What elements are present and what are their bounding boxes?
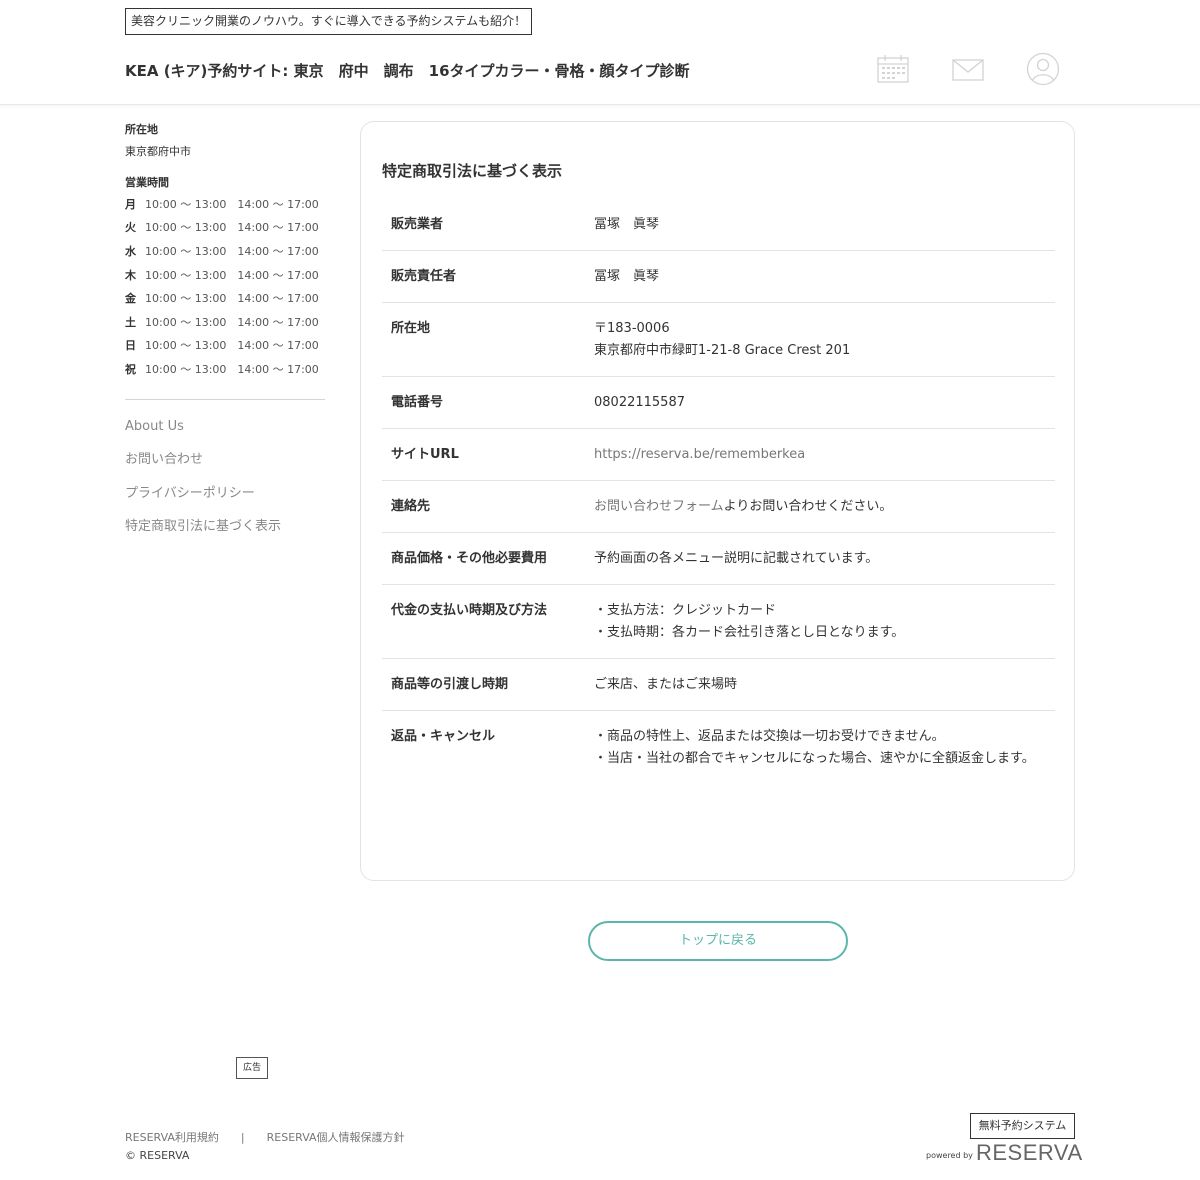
- location-value: 東京都府中市: [125, 145, 191, 158]
- privacy-policy-link[interactable]: RESERVA個人情報保護方針: [267, 1131, 405, 1144]
- value-line: 冨塚 眞琴: [594, 217, 660, 232]
- sidebar-divider: [125, 398, 325, 400]
- hours-day: 水: [125, 244, 136, 258]
- table-row: 返品・キャンセル ・商品の特性上、返品または交換は一切お受けできません。 ・当店…: [382, 711, 1055, 784]
- contact-form-link[interactable]: お問い合わせフォーム: [594, 499, 724, 514]
- footer-separator: |: [240, 1131, 245, 1144]
- sidebar-link-contact[interactable]: お問い合わせ: [125, 443, 325, 477]
- hours-time: 10:00 〜 13:00 14:00 〜 17:00: [145, 292, 319, 306]
- back-to-top-button[interactable]: トップに戻る: [588, 921, 848, 961]
- location-heading: 所在地: [125, 123, 158, 136]
- hours-day: 土: [125, 315, 136, 329]
- row-value: 08022115587: [594, 392, 1055, 414]
- value-line: 東京都府中市緑町1-21-8 Grace Crest 201: [594, 343, 851, 358]
- free-reservation-system-badge[interactable]: 無料予約システム: [970, 1113, 1075, 1139]
- value-line: ・支払時期：各カード会社引き落とし日となります。: [594, 625, 905, 640]
- hours-day: 木: [125, 268, 136, 282]
- value-line: 冨塚 眞琴: [594, 269, 660, 284]
- hours-time: 10:00 〜 13:00 14:00 〜 17:00: [145, 339, 319, 353]
- table-row: 代金の支払い時期及び方法 ・支払方法：クレジットカード ・支払時期：各カード会社…: [382, 585, 1055, 659]
- row-label: 販売責任者: [391, 269, 457, 284]
- hours-day: 月: [125, 197, 136, 211]
- hours-row: 日 10:00 〜 13:00 14:00 〜 17:00: [125, 335, 325, 359]
- user-icon[interactable]: [1026, 52, 1060, 86]
- value-line: ・当店・当社の都合でキャンセルになった場合、速やかに全額返金します。: [594, 751, 1035, 766]
- row-label: 所在地: [391, 321, 431, 336]
- value-line: ・商品の特性上、返品または交換は一切お受けできません。: [594, 729, 945, 744]
- row-value: 予約画面の各メニュー説明に記載されています。: [594, 548, 1055, 570]
- hours-list: 月 10:00 〜 13:00 14:00 〜 17:00 火 10:00 〜 13…: [125, 193, 325, 382]
- hours-row: 土 10:00 〜 13:00 14:00 〜 17:00: [125, 311, 325, 335]
- row-label: 返品・キャンセル: [391, 729, 496, 744]
- table-row: サイトURL https://reserva.be/rememberkea: [382, 429, 1055, 481]
- hours-time: 10:00 〜 13:00 14:00 〜 17:00: [145, 362, 319, 376]
- hours-day: 火: [125, 221, 136, 235]
- sidebar-link-about[interactable]: About Us: [125, 410, 325, 444]
- promo-banner-link[interactable]: 美容クリニック開業のノウハウ。すぐに導入できる予約システムも紹介！: [125, 8, 533, 35]
- row-label: サイトURL: [391, 447, 459, 462]
- table-row: 連絡先 お問い合わせフォームよりお問い合わせください。: [382, 481, 1055, 533]
- row-label: 連絡先: [391, 499, 431, 514]
- powered-by-label: powered by: [926, 1151, 973, 1160]
- terms-link[interactable]: RESERVA利用規約: [125, 1131, 219, 1144]
- sidebar-link-privacy[interactable]: プライバシーポリシー: [125, 477, 325, 511]
- footer-links: RESERVA利用規約 | RESERVA個人情報保護方針: [125, 1129, 405, 1145]
- value-line: ご来店、またはご来場時: [594, 677, 738, 692]
- law-disclosure-card: 特定商取引法に基づく表示 販売業者 冨塚 眞琴 販売責任者 冨塚 眞琴 所在地 …: [360, 121, 1075, 881]
- page-title: 特定商取引法に基づく表示: [382, 162, 563, 180]
- table-row: 商品価格・その他必要費用 予約画面の各メニュー説明に記載されています。: [382, 533, 1055, 585]
- row-label: 商品等の引渡し時期: [391, 677, 509, 692]
- hours-row: 水 10:00 〜 13:00 14:00 〜 17:00: [125, 240, 325, 264]
- sidebar: 所在地 東京都府中市 営業時間 月 10:00 〜 13:00 14:00 〜 1…: [125, 122, 325, 544]
- hours-day: 金: [125, 292, 136, 306]
- row-value: 〒183-0006 東京都府中市緑町1-21-8 Grace Crest 201: [594, 318, 1055, 362]
- row-value: ご来店、またはご来場時: [594, 674, 1055, 696]
- table-row: 電話番号 08022115587: [382, 377, 1055, 429]
- row-value: 冨塚 眞琴: [594, 214, 1055, 236]
- value-line: 予約画面の各メニュー説明に記載されています。: [594, 551, 879, 566]
- sidebar-links: About Us お問い合わせ プライバシーポリシー 特定商取引法に基づく表示: [125, 410, 325, 544]
- law-table: 販売業者 冨塚 眞琴 販売責任者 冨塚 眞琴 所在地 〒183-0006 東京都…: [382, 199, 1055, 784]
- hours-time: 10:00 〜 13:00 14:00 〜 17:00: [145, 244, 319, 258]
- site-url-link[interactable]: https://reserva.be/rememberkea: [594, 447, 805, 462]
- row-label: 商品価格・その他必要費用: [391, 551, 548, 566]
- row-value: お問い合わせフォームよりお問い合わせください。: [594, 496, 1055, 518]
- hours-day: 日: [125, 339, 136, 353]
- table-row: 商品等の引渡し時期 ご来店、またはご来場時: [382, 659, 1055, 711]
- row-label: 代金の支払い時期及び方法: [391, 603, 548, 618]
- hours-time: 10:00 〜 13:00 14:00 〜 17:00: [145, 197, 319, 211]
- hours-row: 月 10:00 〜 13:00 14:00 〜 17:00: [125, 193, 325, 217]
- table-row: 所在地 〒183-0006 東京都府中市緑町1-21-8 Grace Crest…: [382, 303, 1055, 377]
- hours-row: 木 10:00 〜 13:00 14:00 〜 17:00: [125, 264, 325, 288]
- reserva-logo[interactable]: RESERVA: [976, 1140, 1083, 1166]
- row-value: https://reserva.be/rememberkea: [594, 444, 1055, 466]
- hours-time: 10:00 〜 13:00 14:00 〜 17:00: [145, 268, 319, 282]
- table-row: 販売業者 冨塚 眞琴: [382, 199, 1055, 251]
- mail-icon[interactable]: [951, 52, 985, 86]
- row-value: 冨塚 眞琴: [594, 266, 1055, 288]
- ad-badge: 広告: [236, 1057, 268, 1079]
- row-value: ・支払方法：クレジットカード ・支払時期：各カード会社引き落とし日となります。: [594, 600, 1055, 644]
- value-line: 08022115587: [594, 395, 685, 410]
- hours-row: 祝 10:00 〜 13:00 14:00 〜 17:00: [125, 358, 325, 382]
- hours-time: 10:00 〜 13:00 14:00 〜 17:00: [145, 221, 319, 235]
- hours-time: 10:00 〜 13:00 14:00 〜 17:00: [145, 315, 319, 329]
- calendar-icon[interactable]: [876, 52, 910, 86]
- value-line: ・支払方法：クレジットカード: [594, 603, 777, 618]
- sidebar-link-tokushoho[interactable]: 特定商取引法に基づく表示: [125, 510, 325, 544]
- row-label: 電話番号: [391, 395, 444, 410]
- value-text: よりお問い合わせください。: [723, 499, 893, 514]
- hours-row: 火 10:00 〜 13:00 14:00 〜 17:00: [125, 217, 325, 241]
- row-label: 販売業者: [391, 217, 444, 232]
- row-value: ・商品の特性上、返品または交換は一切お受けできません。 ・当店・当社の都合でキャ…: [594, 726, 1055, 770]
- hours-heading: 営業時間: [125, 176, 169, 189]
- hours-row: 金 10:00 〜 13:00 14:00 〜 17:00: [125, 287, 325, 311]
- copyright: © RESERVA: [125, 1149, 190, 1162]
- table-row: 販売責任者 冨塚 眞琴: [382, 251, 1055, 303]
- hours-day: 祝: [125, 362, 136, 376]
- value-line: 〒183-0006: [594, 321, 670, 336]
- site-title[interactable]: KEA (キア)予約サイト: 東京 府中 調布 16タイプカラー・骨格・顔タイプ…: [125, 60, 690, 81]
- site-header: 美容クリニック開業のノウハウ。すぐに導入できる予約システムも紹介！ KEA (キ…: [0, 0, 1200, 105]
